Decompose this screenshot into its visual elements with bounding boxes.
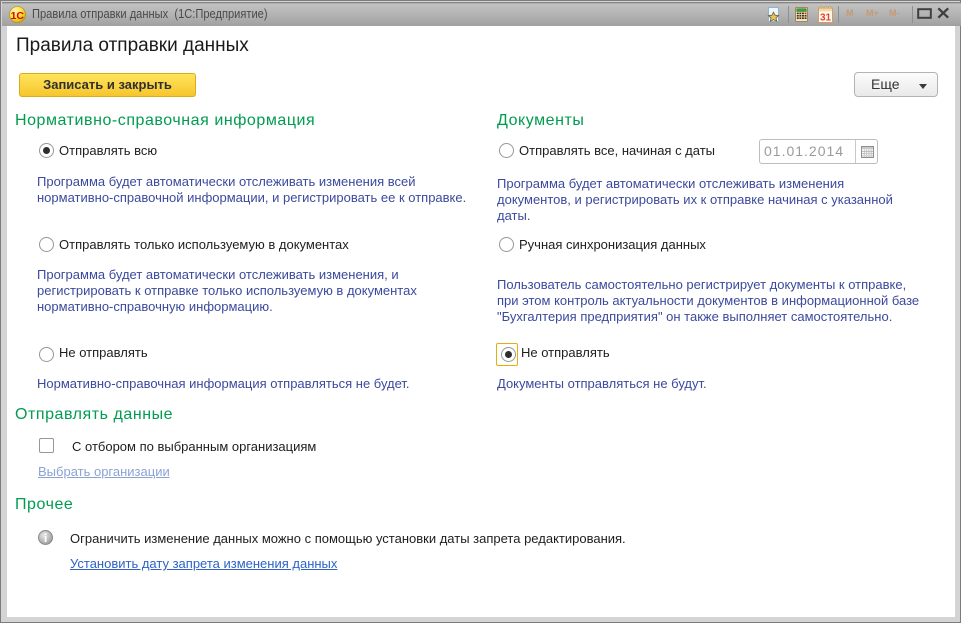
svg-text:1C: 1C [11,10,25,22]
svg-text:31: 31 [820,13,832,23]
